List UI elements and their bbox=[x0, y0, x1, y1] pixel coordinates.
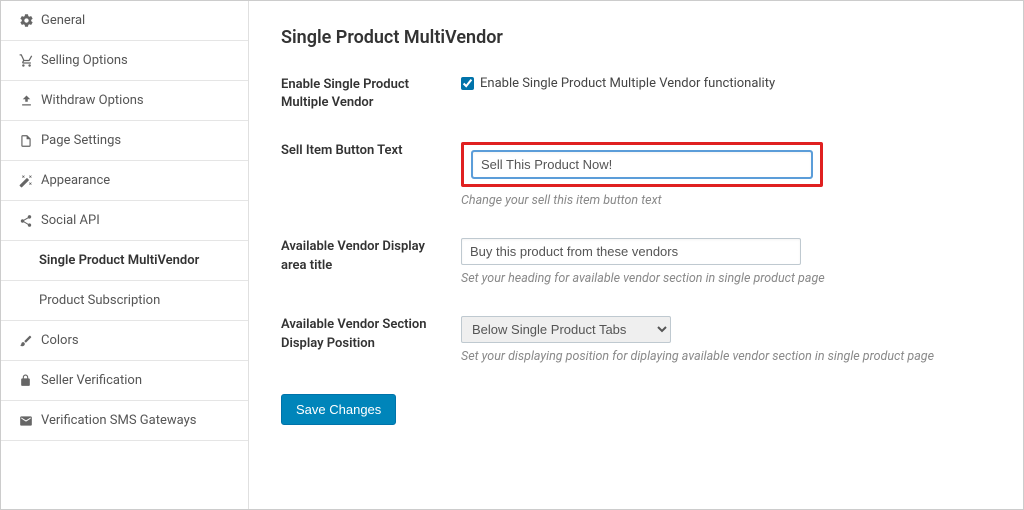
label-vendor-title: Available Vendor Display area title bbox=[281, 238, 461, 274]
settings-sidebar: General Selling Options Withdraw Options… bbox=[1, 1, 249, 509]
mail-icon bbox=[19, 414, 41, 428]
sidebar-item-colors[interactable]: Colors bbox=[1, 321, 248, 361]
sidebar-item-seller-verification[interactable]: Seller Verification bbox=[1, 361, 248, 401]
cart-icon bbox=[19, 53, 41, 68]
vendor-position-select[interactable]: Below Single Product Tabs bbox=[461, 316, 671, 343]
sell-button-text-input[interactable] bbox=[472, 151, 812, 178]
lock-icon bbox=[19, 374, 41, 387]
sidebar-item-label: Appearance bbox=[41, 173, 110, 188]
wand-icon bbox=[19, 174, 41, 188]
sidebar-sub-label: Product Subscription bbox=[39, 293, 160, 308]
checkbox-enable-multivendor[interactable]: Enable Single Product Multiple Vendor fu… bbox=[461, 76, 991, 91]
sidebar-item-label: Seller Verification bbox=[41, 373, 142, 388]
sidebar-item-label: Withdraw Options bbox=[41, 93, 144, 108]
sidebar-item-label: Social API bbox=[41, 213, 100, 228]
sidebar-item-label: Colors bbox=[41, 333, 79, 348]
checkbox-enable-input[interactable] bbox=[461, 77, 474, 90]
highlight-box bbox=[461, 142, 823, 187]
sidebar-sub-single-product-multivendor[interactable]: Single Product MultiVendor bbox=[1, 241, 248, 281]
row-vendor-position: Available Vendor Section Display Positio… bbox=[281, 316, 991, 364]
label-enable-multivendor: Enable Single Product Multiple Vendor bbox=[281, 76, 461, 112]
sidebar-item-label: General bbox=[41, 13, 85, 28]
hint-vendor-position: Set your displaying position for diplayi… bbox=[461, 349, 991, 364]
sidebar-item-selling-options[interactable]: Selling Options bbox=[1, 41, 248, 81]
sidebar-item-appearance[interactable]: Appearance bbox=[1, 161, 248, 201]
share-icon bbox=[19, 214, 41, 228]
vendor-title-input[interactable] bbox=[461, 238, 801, 265]
row-sell-button-text: Sell Item Button Text Change your sell t… bbox=[281, 142, 991, 208]
row-enable-multivendor: Enable Single Product Multiple Vendor En… bbox=[281, 76, 991, 112]
hint-sell-button: Change your sell this item button text bbox=[461, 193, 991, 208]
sidebar-item-label: Page Settings bbox=[41, 133, 121, 148]
upload-icon bbox=[19, 93, 41, 108]
sidebar-item-label: Verification SMS Gateways bbox=[41, 413, 196, 428]
sidebar-item-withdraw-options[interactable]: Withdraw Options bbox=[1, 81, 248, 121]
page-icon bbox=[19, 134, 41, 148]
label-vendor-position: Available Vendor Section Display Positio… bbox=[281, 316, 461, 352]
row-vendor-title: Available Vendor Display area title Set … bbox=[281, 238, 991, 286]
sidebar-item-social-api[interactable]: Social API bbox=[1, 201, 248, 241]
checkbox-enable-text: Enable Single Product Multiple Vendor fu… bbox=[480, 76, 775, 91]
brush-icon bbox=[19, 334, 41, 348]
label-sell-button-text: Sell Item Button Text bbox=[281, 142, 461, 160]
sidebar-item-verification-sms[interactable]: Verification SMS Gateways bbox=[1, 401, 248, 441]
sidebar-sub-product-subscription[interactable]: Product Subscription bbox=[1, 281, 248, 321]
sidebar-item-general[interactable]: General bbox=[1, 1, 248, 41]
save-changes-button[interactable]: Save Changes bbox=[281, 394, 396, 425]
settings-content: Single Product MultiVendor Enable Single… bbox=[249, 1, 1023, 509]
sidebar-item-page-settings[interactable]: Page Settings bbox=[1, 121, 248, 161]
hint-vendor-title: Set your heading for available vendor se… bbox=[461, 271, 991, 286]
page-title: Single Product MultiVendor bbox=[281, 27, 991, 48]
sidebar-item-label: Selling Options bbox=[41, 53, 128, 68]
sidebar-sub-label: Single Product MultiVendor bbox=[39, 253, 199, 268]
gear-icon bbox=[19, 13, 41, 28]
